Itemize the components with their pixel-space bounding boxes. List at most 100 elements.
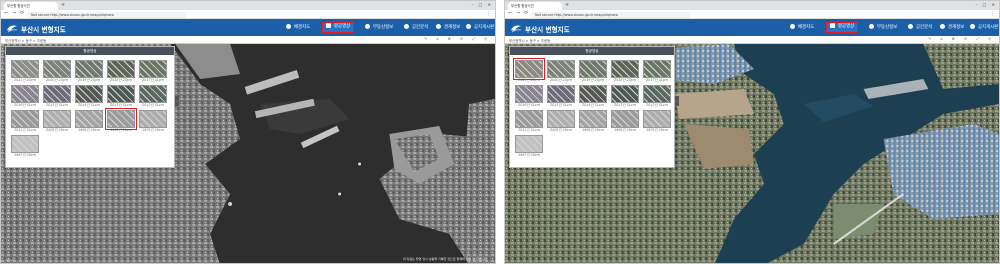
thumbnail-caption: 2014년 51cm (78, 103, 100, 107)
nav-real-estate[interactable]: 부동산정보 (866, 22, 900, 33)
thumbnail-caption: 2017년 51cm (142, 78, 164, 82)
year-thumbnail[interactable]: 2019년 25cm (75, 60, 103, 83)
year-thumbnail[interactable]: 2017년 51cm (643, 60, 671, 83)
year-thumbnail[interactable]: 2016년 51cm (515, 85, 543, 108)
thumbnail-caption: 2005년 25cm (550, 128, 572, 132)
year-thumbnail[interactable]: 2018년 25cm (107, 60, 135, 83)
busan-logo-icon[interactable] (510, 23, 522, 33)
year-thumbnail[interactable]: 2014년 51cm (579, 85, 607, 108)
url-field[interactable]: Not secure http://www.busan.go.kr/map/ai… (531, 11, 691, 18)
browser-nav-icon[interactable]: ← → ⟳ (508, 11, 530, 16)
browser-tab[interactable]: 부산항 항공사진 (508, 2, 562, 10)
busan-logo-icon[interactable] (6, 23, 18, 33)
year-thumbnail[interactable]: 1967년 25cm (515, 135, 543, 158)
year-thumbnail[interactable]: 2021년 25cm (11, 60, 39, 83)
year-thumbnail[interactable]: 2012년 51cm (139, 85, 167, 108)
year-thumbnail[interactable]: 2012년 51cm (643, 85, 671, 108)
browser-tab[interactable]: 부산항 항공사진 (4, 2, 58, 10)
aerial-year-panel: 항공영상 2021년 25cm 2020년 25cm 2019년 25cm 2018년… (509, 46, 675, 168)
map-tools-icon[interactable]: ✎ ⌂ ⊕ ⊖ ⤢ ⎙ (424, 37, 491, 41)
nav-aerial-imagery[interactable]: 항공영상 (826, 22, 859, 33)
browser-menu-icon[interactable]: ⋮ (486, 11, 491, 17)
year-thumbnail[interactable]: 2020년 25cm (547, 60, 575, 83)
year-thumbnail[interactable]: 2017년 51cm (139, 60, 167, 83)
year-thumbnail[interactable]: 2019년 25cm (579, 60, 607, 83)
nav-basemap[interactable]: 배경지도 (787, 22, 817, 33)
thumbnail-image (547, 110, 575, 128)
thumbnail-caption: 2020년 25cm (550, 78, 572, 82)
thumbnail-caption: 2016년 51cm (14, 103, 36, 107)
nav-boundary[interactable]: 경계정보 (433, 22, 463, 33)
thumbnail-image (579, 110, 607, 128)
globe-icon (286, 24, 291, 29)
thumbnail-caption: 2016년 51cm (518, 103, 540, 107)
nav-notice[interactable]: 공지게시판 (463, 22, 495, 33)
year-thumbnail[interactable]: 2018년 25cm (611, 60, 639, 83)
thumbnail-image (11, 135, 39, 153)
new-tab-icon[interactable]: + (565, 2, 569, 9)
thumbnail-image (43, 60, 71, 78)
year-thumbnail[interactable]: 2020년 25cm (43, 60, 71, 83)
thumbnail-caption: 1967년 25cm (518, 153, 540, 157)
year-thumbnail[interactable]: 1967년 25cm (11, 135, 39, 158)
thumbnail-image (11, 60, 39, 78)
year-thumbnail[interactable]: 1975년 25cm (139, 110, 167, 133)
nav-boundary[interactable]: 경계정보 (937, 22, 967, 33)
thumbnail-caption: 2015년 51cm (46, 103, 68, 107)
year-thumbnail[interactable]: 2021년 25cm (513, 58, 545, 83)
analysis-icon (908, 24, 913, 29)
year-thumbnail[interactable]: 1985년 25cm (611, 110, 639, 133)
nav-spatial-analysis[interactable]: 공간분석 (905, 22, 935, 33)
year-thumbnail[interactable]: 1975년 25cm (643, 110, 671, 133)
thumbnail-image (515, 85, 543, 103)
breadcrumb[interactable]: 부산광역시 > 동구 > 초량동 (509, 38, 550, 43)
year-thumbnail[interactable]: 2013년 51cm (611, 85, 639, 108)
browser-nav-icon[interactable]: ← → ⟳ (4, 11, 26, 16)
nav-notice[interactable]: 공지게시판 (967, 22, 999, 33)
thumbnail-caption: 1975년 25cm (646, 128, 668, 132)
year-thumbnail[interactable]: 1995년 25cm (579, 110, 607, 133)
panel-collapse-icon[interactable]: ‹ (175, 96, 179, 106)
breadcrumb[interactable]: 부산광역시 > 동구 > 초량동 (5, 38, 46, 43)
thumbnail-caption: 2021년 25cm (14, 78, 36, 82)
year-thumbnail[interactable]: 2011년 51cm (11, 110, 39, 133)
browser-menu-icon[interactable]: ⋮ (990, 11, 995, 17)
thumbnail-image (107, 85, 135, 103)
site-header: 부산시 변형지도 배경지도 항공영상 부동산정보 공간분석 경계정보 공지게시판 (505, 19, 999, 36)
thumbnail-image (579, 85, 607, 103)
nav-real-estate[interactable]: 부동산정보 (362, 22, 396, 33)
thumbnail-caption: 2012년 51cm (646, 103, 668, 107)
year-thumbnail[interactable]: 2015년 51cm (547, 85, 575, 108)
nav-aerial-imagery[interactable]: 항공영상 (322, 22, 355, 33)
year-thumbnail[interactable]: 1995년 25cm (75, 110, 103, 133)
map-tools-icon[interactable]: ✎ ⌂ ⊕ ⊖ ⤢ ⎙ (928, 37, 995, 41)
thumbnail-image (515, 135, 543, 153)
window-controls-icon[interactable]: – □ ✕ (975, 2, 997, 7)
year-thumbnail[interactable]: 2011년 51cm (515, 110, 543, 133)
thumbnail-image (43, 85, 71, 103)
year-thumbnail[interactable]: 2016년 51cm (11, 85, 39, 108)
year-thumbnail[interactable]: 2005년 25cm (43, 110, 71, 133)
panel-collapse-icon[interactable]: ‹ (675, 96, 679, 106)
thumbnail-image (611, 110, 639, 128)
left-screenshot: 부산항 항공사진 + – □ ✕ ← → ⟳ Not secure http:/… (0, 0, 496, 264)
year-thumbnail[interactable]: 2013년 51cm (107, 85, 135, 108)
thumbnail-image (11, 110, 39, 128)
url-field[interactable]: Not secure http://www.busan.go.kr/map/ai… (27, 11, 187, 18)
year-thumbnail[interactable]: 2015년 51cm (43, 85, 71, 108)
nav-spatial-analysis[interactable]: 공간분석 (401, 22, 431, 33)
window-controls-icon[interactable]: – □ ✕ (471, 2, 493, 7)
thumbnail-caption: 1995년 25cm (582, 128, 604, 132)
year-thumbnail[interactable]: 1985년 25cm (105, 108, 137, 133)
thumbnail-image (75, 110, 103, 128)
map-toolbar: 부산광역시 > 동구 > 초량동 ✎ ⌂ ⊕ ⊖ ⤢ ⎙ (1, 36, 495, 44)
thumbnail-caption: 2015년 51cm (550, 103, 572, 107)
year-thumbnail[interactable]: 2014년 51cm (75, 85, 103, 108)
thumbnail-caption: 1967년 25cm (14, 153, 36, 157)
year-thumbnail[interactable]: 2005년 25cm (547, 110, 575, 133)
new-tab-icon[interactable]: + (61, 2, 65, 9)
nav-basemap[interactable]: 배경지도 (283, 22, 313, 33)
site-title[interactable]: 부산시 변형지도 (21, 24, 66, 34)
board-icon (970, 24, 975, 29)
site-title[interactable]: 부산시 변형지도 (525, 24, 570, 34)
